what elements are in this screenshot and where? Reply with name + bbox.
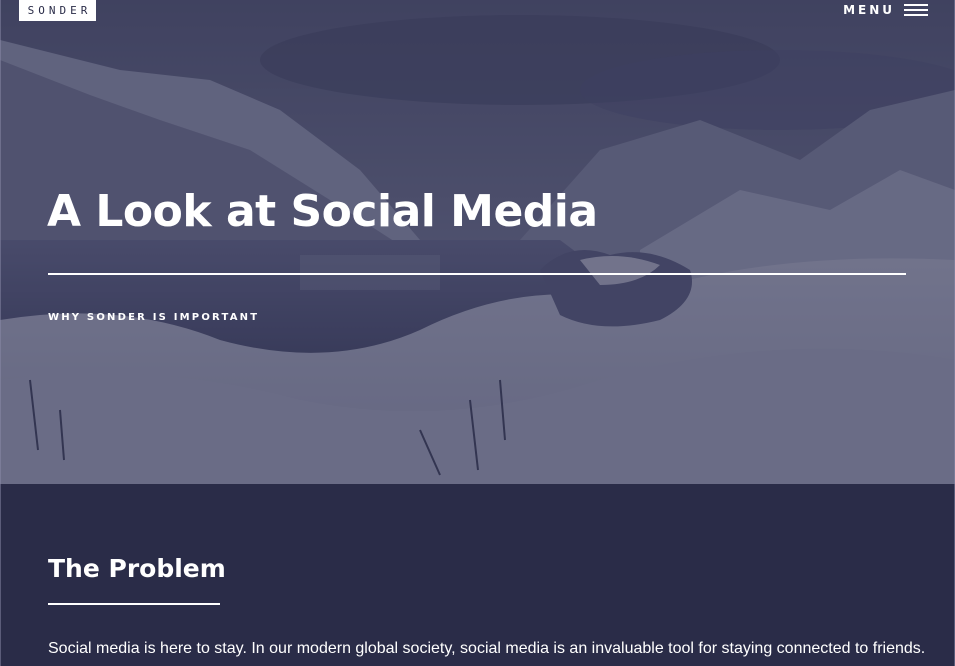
logo[interactable]: SONDER (19, 0, 96, 21)
page-subtitle: WHY SONDER IS IMPORTANT (48, 312, 260, 323)
page-border-left (0, 0, 1, 666)
content-section: The Problem Social media is here to stay… (0, 484, 955, 666)
menu-button[interactable]: MENU (843, 3, 928, 17)
logo-text: SONDER (27, 4, 92, 17)
page-title: A Look at Social Media (47, 186, 598, 237)
section-divider (48, 603, 220, 605)
title-divider (48, 273, 906, 275)
hero-overlay (0, 0, 955, 484)
page: SONDER MENU A Look at Social Media WHY S… (0, 0, 955, 666)
section-body-text: Social media is here to stay. In our mod… (48, 640, 926, 657)
hamburger-icon (904, 4, 928, 16)
section-heading: The Problem (48, 554, 226, 583)
hero-section: SONDER MENU A Look at Social Media WHY S… (0, 0, 955, 484)
menu-label: MENU (843, 3, 895, 17)
